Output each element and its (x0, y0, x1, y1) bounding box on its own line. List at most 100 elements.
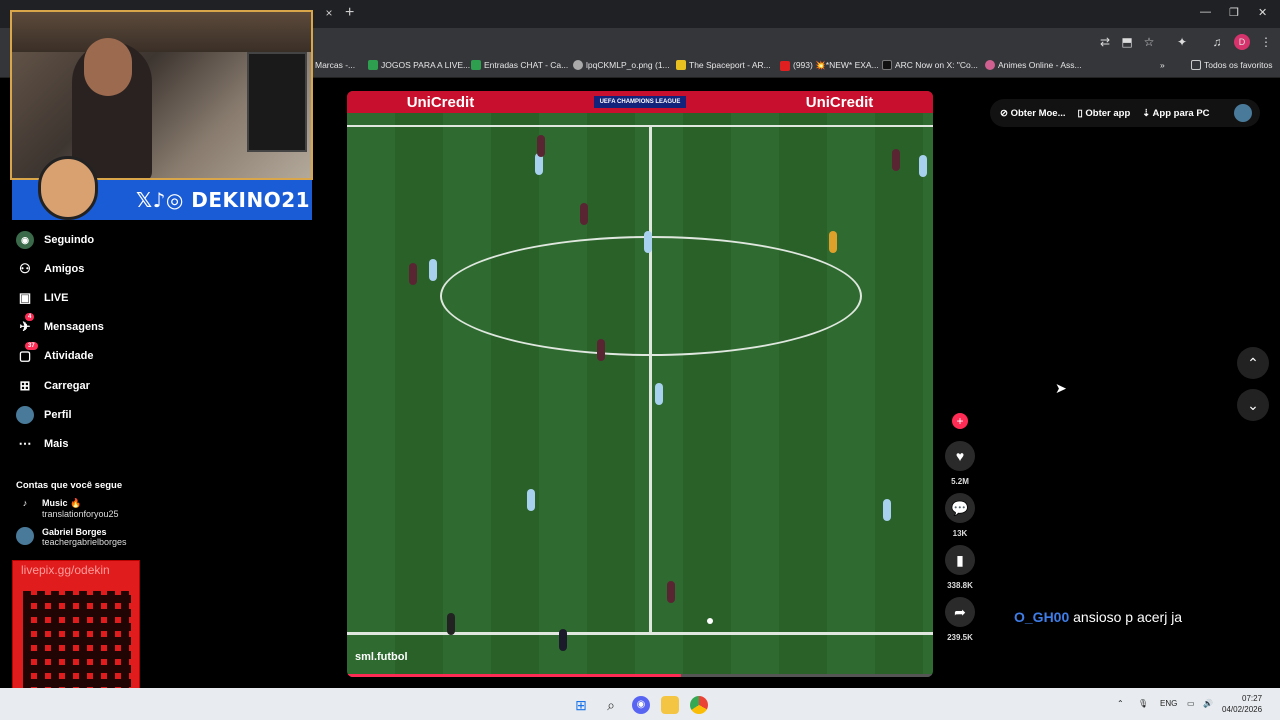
streamer-handle: 𝕏♪◎ DEKINO21 (136, 188, 311, 212)
windows-taskbar: ⊞ ⌕ ◉ ⌃ 🎙 ENG ▭ 🔊 07:27 04/02/2026 (0, 688, 1280, 720)
comment-button[interactable]: 💬 (945, 493, 975, 523)
video-source-label: sml.futbol (355, 651, 408, 663)
upload-icon: ⊞ (19, 378, 31, 393)
get-app-button[interactable]: ▯ Obter app (1078, 108, 1131, 119)
comment-icon: 💬 (951, 499, 969, 516)
discord-icon[interactable]: ◉ (632, 696, 650, 714)
donation-url: livepix.gg/odekin (21, 563, 110, 577)
user-avatar[interactable] (1234, 104, 1252, 122)
video-progress-bar[interactable] (347, 674, 933, 677)
player (829, 231, 837, 253)
volume-icon[interactable]: 🔊 (1203, 699, 1213, 708)
pc-app-button[interactable]: ⇣ App para PC (1142, 108, 1209, 119)
windows-start-icon[interactable]: ⊞ (572, 696, 590, 714)
new-tab-button[interactable]: + (345, 4, 354, 22)
ball (707, 618, 713, 624)
social-icons: 𝕏♪◎ (136, 188, 184, 212)
halfway-line (649, 127, 652, 632)
bookmark-item[interactable]: The Spaceport - AR... (676, 60, 771, 70)
tab-close-button[interactable]: × (322, 6, 336, 20)
media-icon[interactable]: ♫ (1209, 34, 1225, 50)
more-icon: ⋯ (18, 436, 32, 451)
player (409, 263, 417, 285)
microphone-icon[interactable]: 🎙 (1138, 699, 1148, 708)
spaceport-icon (676, 60, 686, 70)
player (883, 499, 891, 521)
next-video-button[interactable]: ⌄ (1237, 389, 1269, 421)
sidebar-item-profile[interactable]: Perfil (16, 405, 72, 425)
share-button[interactable]: ➦ (945, 597, 975, 627)
sidebar-item-live[interactable]: ▣ LIVE (16, 288, 69, 308)
extensions-icon[interactable]: ✦ (1174, 34, 1190, 50)
bookmark-item[interactable]: Marcas -... (315, 60, 355, 70)
sidebar-item-activity[interactable]: ▢ 37 Atividade (16, 342, 94, 366)
bookmark-star-icon[interactable]: ☆ (1141, 34, 1157, 50)
player (537, 135, 545, 157)
qr-code-icon (23, 591, 131, 701)
chevron-down-icon: ⌄ (1247, 396, 1259, 413)
webcam-monitor (247, 52, 307, 152)
sheets-icon (368, 60, 378, 70)
file-explorer-icon[interactable] (661, 696, 679, 714)
system-clock[interactable]: 07:27 04/02/2026 (1222, 693, 1262, 715)
player (429, 259, 437, 281)
all-favorites-folder[interactable]: Todos os favoritos (1191, 60, 1273, 70)
language-indicator[interactable]: ENG (1160, 699, 1177, 708)
follow-creator-button[interactable]: + (952, 413, 968, 429)
sidebar-item-more[interactable]: ⋯ Mais (16, 434, 69, 454)
mouse-cursor-icon: ➤ (1055, 380, 1067, 396)
top-actions-bar: ⊘ Obter Moe... ▯ Obter app ⇣ App para PC (990, 99, 1260, 127)
bookmark-item[interactable]: JOGOS PARA A LIVE... (368, 60, 470, 70)
following-section-title: Contas que você segue (16, 480, 123, 491)
messages-badge: 4 (25, 313, 35, 321)
chrome-icon[interactable] (690, 696, 708, 714)
following-account[interactable]: Gabriel Borges teachergabrielborges (16, 527, 127, 547)
center-circle (440, 236, 862, 356)
maximize-button[interactable]: ❐ (1229, 6, 1239, 19)
save-button[interactable]: ▮ (945, 545, 975, 575)
folder-icon (1191, 60, 1201, 70)
competition-label: UEFA CHAMPIONS LEAGUE (593, 96, 687, 108)
anime-icon (985, 60, 995, 70)
search-icon[interactable]: ⌕ (602, 696, 620, 714)
video-player[interactable]: UniCredit UEFA CHAMPIONS LEAGUE UniCredi… (347, 91, 933, 677)
referee (447, 613, 455, 635)
profile-avatar-icon[interactable]: D (1234, 34, 1250, 50)
like-action: ♥ 5.2M (945, 441, 975, 486)
bookmark-item[interactable]: ARC Now on X: "Co... (882, 60, 978, 70)
browser-menu-icon[interactable]: ⋮ (1258, 34, 1274, 50)
sidebar-item-messages[interactable]: ✈ 4 Mensagens (16, 313, 104, 337)
player (919, 155, 927, 177)
webcam-overlay (10, 10, 313, 180)
ad-board: UniCredit UEFA CHAMPIONS LEAGUE UniCredi… (347, 91, 933, 113)
bookmarks-overflow-button[interactable]: » (1160, 60, 1165, 70)
bookmark-item[interactable]: Animes Online - Ass... (985, 60, 1082, 70)
sidebar-item-friends[interactable]: ⚇ Amigos (16, 259, 84, 279)
following-account[interactable]: ♪ Music 🔥 translationforyou25 (16, 498, 119, 519)
share-count: 239.5K (947, 633, 973, 642)
comment-count: 13K (952, 529, 968, 538)
network-icon[interactable]: ▭ (1187, 699, 1195, 708)
bookmark-item[interactable]: (993) 💥*NEW* EXA... (780, 60, 879, 71)
save-action: ▮ 338.8K (945, 545, 975, 590)
player (597, 339, 605, 361)
translate-icon[interactable]: ⇄ (1097, 34, 1113, 50)
get-coins-button[interactable]: ⊘ Obter Moe... (1000, 108, 1066, 119)
like-button[interactable]: ♥ (945, 441, 975, 471)
tray-overflow-icon[interactable]: ⌃ (1117, 699, 1124, 708)
sidebar-item-upload[interactable]: ⊞ Carregar (16, 376, 90, 396)
chevron-up-icon: ⌃ (1247, 354, 1259, 371)
sidebar-item-following[interactable]: ◉ Seguindo (16, 230, 94, 250)
close-window-button[interactable]: ✕ (1258, 6, 1267, 19)
share-icon: ➦ (954, 603, 966, 620)
player (644, 231, 652, 253)
x-icon (882, 60, 892, 70)
install-app-icon[interactable]: ⬒ (1119, 34, 1135, 50)
player (667, 581, 675, 603)
previous-video-button[interactable]: ⌃ (1237, 347, 1269, 379)
bookmark-item[interactable]: Entradas CHAT - Ca... (471, 60, 568, 70)
video-progress-fill (347, 674, 682, 677)
minimize-button[interactable]: — (1200, 6, 1211, 18)
streamer-banner: 𝕏♪◎ DEKINO21 (12, 156, 312, 220)
bookmark-item[interactable]: lpqCKMLP_o.png (1... (573, 60, 670, 70)
